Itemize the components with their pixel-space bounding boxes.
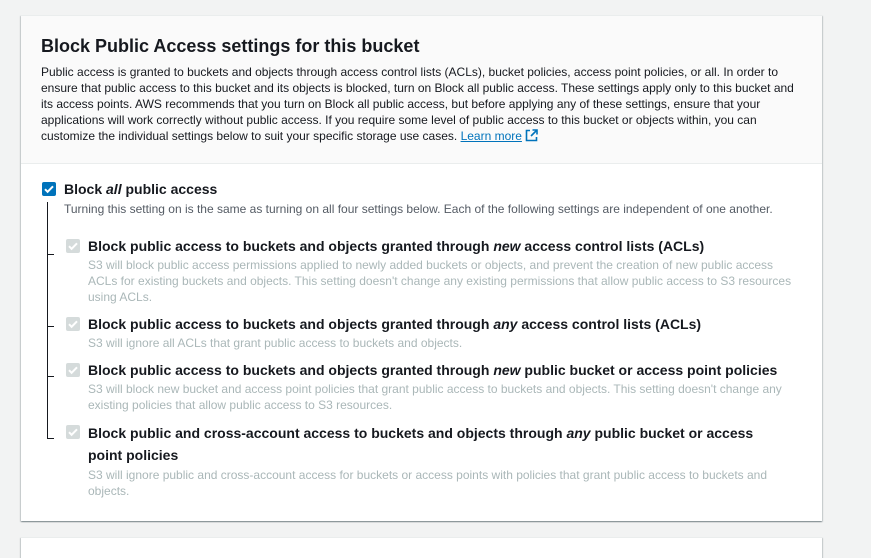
setting-description: S3 will block new bucket and access poin… — [88, 382, 782, 412]
tree-line — [47, 202, 48, 438]
block-all-description: Turning this setting on is the same as t… — [64, 202, 773, 216]
next-panel — [21, 537, 822, 558]
checkmark-icon — [68, 428, 78, 437]
setting-any-policies: Block public and cross-account access to… — [88, 422, 788, 499]
setting-new-acls: Block public access to buckets and objec… — [88, 236, 803, 305]
setting-label-pre: Block public access to buckets and objec… — [88, 316, 494, 332]
setting-label-post: access control lists (ACLs) — [520, 238, 705, 254]
checkmark-icon — [68, 366, 78, 375]
setting-label-post: public bucket or access point policies — [520, 362, 778, 378]
setting-description: S3 will block public access permissions … — [88, 258, 792, 304]
setting-label[interactable]: Block public access to buckets and objec… — [88, 360, 803, 380]
setting-new-policies-checkbox[interactable] — [66, 363, 80, 377]
setting-label[interactable]: Block public and cross-account access to… — [88, 422, 788, 466]
setting-label[interactable]: Block public access to buckets and objec… — [88, 236, 803, 256]
setting-description: S3 will ignore public and cross-account … — [88, 468, 768, 498]
external-link-icon[interactable] — [525, 129, 538, 146]
tree-branch — [47, 254, 54, 255]
setting-label-em: any — [566, 425, 591, 441]
setting-label-pre: Block public and cross-account access to… — [88, 425, 567, 441]
block-all-label-post: public access — [121, 181, 218, 197]
setting-description: S3 will ignore all ACLs that grant publi… — [88, 336, 463, 350]
setting-new-policies: Block public access to buckets and objec… — [88, 360, 803, 413]
setting-label-pre: Block public access to buckets and objec… — [88, 362, 494, 378]
learn-more-link[interactable]: Learn more — [461, 129, 522, 143]
tree-branch — [47, 376, 54, 377]
header-description: Public access is granted to buckets and … — [41, 64, 802, 146]
setting-label-em: new — [493, 238, 521, 254]
setting-any-acls: Block public access to buckets and objec… — [88, 314, 803, 351]
tree-branch — [47, 438, 54, 439]
setting-label[interactable]: Block public access to buckets and objec… — [88, 314, 803, 334]
setting-any-acls-checkbox[interactable] — [66, 317, 80, 331]
page-title: Block Public Access settings for this bu… — [41, 36, 420, 56]
checkmark-icon — [68, 242, 78, 251]
block-all-label-em: all — [106, 181, 122, 197]
setting-new-acls-checkbox[interactable] — [66, 239, 80, 253]
checkmark-icon — [68, 320, 78, 329]
tree-branch — [47, 326, 54, 327]
checkmark-icon — [44, 185, 54, 194]
setting-label-em: any — [493, 316, 518, 332]
header-description-text: Public access is granted to buckets and … — [41, 65, 794, 143]
panel-header: Block Public Access settings for this bu… — [21, 16, 822, 164]
setting-any-policies-checkbox[interactable] — [66, 425, 80, 439]
setting-label-pre: Block public access to buckets and objec… — [88, 238, 494, 254]
block-all-checkbox[interactable] — [42, 182, 56, 196]
learn-more-label: Learn more — [460, 129, 522, 143]
block-all-label-pre: Block — [64, 181, 107, 197]
setting-label-post: access control lists (ACLs) — [517, 316, 702, 332]
block-all-label[interactable]: Block all public access — [64, 179, 217, 199]
setting-label-em: new — [493, 362, 521, 378]
